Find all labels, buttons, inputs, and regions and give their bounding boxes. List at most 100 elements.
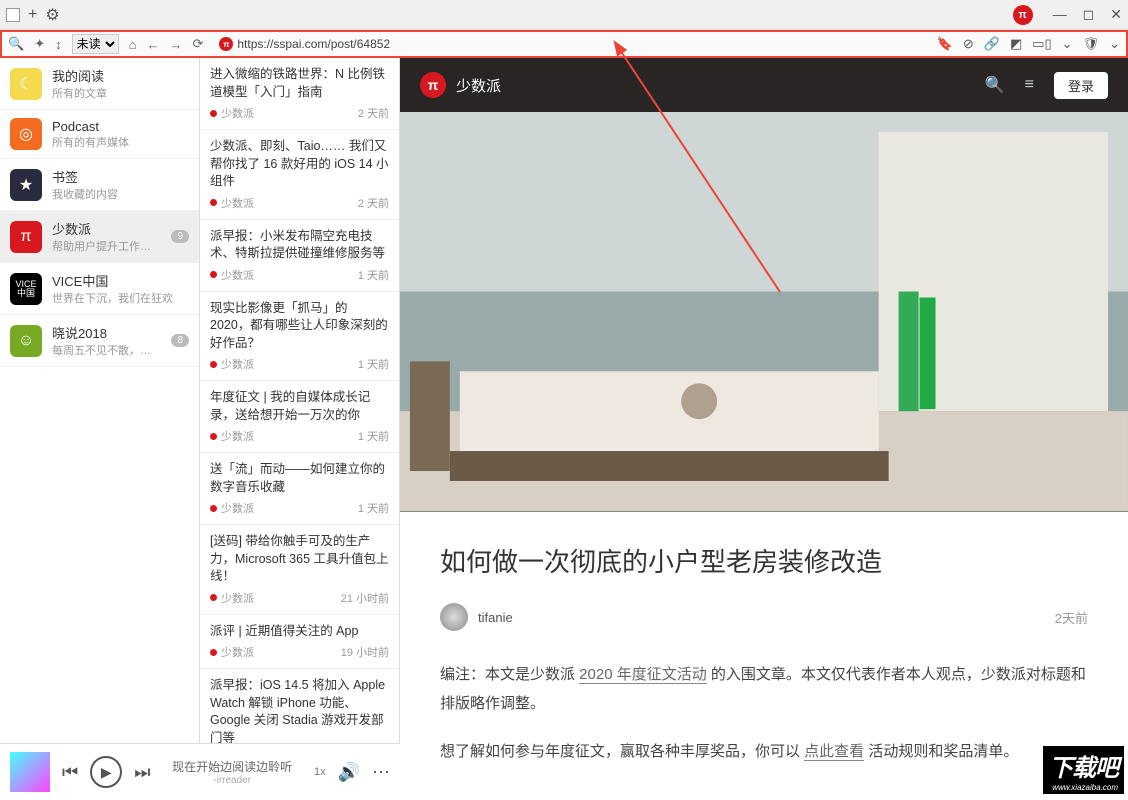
add-button[interactable]: + (28, 6, 37, 24)
unread-dot-icon (210, 199, 217, 206)
shield-icon[interactable]: 🛡 (1083, 36, 1100, 52)
article-time: 1 天前 (358, 428, 389, 444)
feed-subtitle: 每周五不见不散，听矮大紧老… (52, 342, 161, 358)
app-checkbox[interactable] (6, 8, 20, 22)
feed-icon: ☾ (10, 68, 42, 100)
inline-link[interactable]: 2020 年度征文活动 (579, 666, 707, 684)
home-icon[interactable]: ⌂ (129, 37, 137, 52)
sidebar-item[interactable]: VICE 中国 VICE中国世界在下沉，我们在狂欢 (0, 263, 199, 315)
paragraph: 编注：本文是少数派 2020 年度征文活动 的入围文章。本文仅代表作者本人观点，… (440, 661, 1088, 718)
clean-icon[interactable]: ✦ (34, 36, 45, 52)
sidebar-item[interactable]: ★ 书签我收藏的内容 (0, 159, 199, 211)
sidebar-item[interactable]: ◎Podcast所有的有声媒体 (0, 110, 199, 159)
article-title: 送「流」而动——如何建立你的数字音乐收藏 (210, 461, 389, 496)
filter-select[interactable]: 未读 (72, 34, 119, 54)
unread-dot-icon (210, 110, 217, 117)
bookmark-icon[interactable]: 🔖 (937, 36, 953, 52)
chevron-down-icon[interactable]: ⌄ (1109, 36, 1120, 52)
titlebar: + ⚙ π — ◻ ✕ (0, 0, 1128, 30)
article-title: 如何做一次彻底的小户型老房装修改造 (440, 542, 1088, 579)
feed-subtitle: 世界在下沉，我们在狂欢 (52, 290, 189, 306)
author-avatar[interactable] (440, 603, 468, 631)
article-list-item[interactable]: [送码] 带给你触手可及的生产力，Microsoft 365 工具升值包上线！ … (200, 525, 399, 615)
feed-title: VICE中国 (52, 271, 189, 290)
feed-subtitle: 所有的有声媒体 (52, 134, 189, 150)
search-icon[interactable]: 🔍 (8, 36, 24, 52)
unread-badge: 9 (171, 230, 189, 243)
maximize-button[interactable]: ◻ (1083, 6, 1095, 23)
article-title: 少数派、即刻、Taio…… 我们又帮你找了 16 款好用的 iOS 14 小组件 (210, 138, 389, 191)
article-list: 进入微缩的铁路世界：N 比例铁道模型「入门」指南 少数派2 天前少数派、即刻、T… (200, 58, 400, 800)
feed-icon: π (10, 221, 42, 253)
url-text: https://sspai.com/post/64852 (237, 37, 390, 51)
minimize-button[interactable]: — (1053, 6, 1067, 23)
close-button[interactable]: ✕ (1110, 6, 1122, 23)
article-title: 派评 | 近期值得关注的 App (210, 623, 389, 641)
feed-title: 我的阅读 (52, 66, 189, 85)
sidebar-item[interactable]: ☾ 我的阅读所有的文章 (0, 58, 199, 110)
login-button[interactable]: 登录 (1054, 72, 1108, 99)
library-icon[interactable]: ▭▯ (1032, 36, 1051, 52)
feed-subtitle: 所有的文章 (52, 85, 189, 101)
article-source: 少数派 (221, 356, 254, 372)
article-time: 1 天前 (358, 267, 389, 283)
sidebar-item[interactable]: π少数派帮助用户提升工作效率和生活…9 (0, 211, 199, 263)
link-icon[interactable]: 🔗 (984, 36, 1000, 52)
article-list-item[interactable]: 年度征文 | 我的自媒体成长记录，送给想开始一万次的你 少数派1 天前 (200, 381, 399, 453)
unread-dot-icon (210, 594, 217, 601)
app-logo-icon: π (1013, 5, 1033, 25)
article-source: 少数派 (221, 428, 254, 444)
compass-icon[interactable]: ⊘ (963, 36, 974, 52)
article-time: 1 天前 (358, 356, 389, 372)
volume-icon[interactable]: 🔊 (338, 762, 360, 783)
site-logo-icon: π (420, 72, 446, 98)
article-time: 2 天前 (358, 195, 389, 211)
article-list-item[interactable]: 现实比影像更「抓马」的 2020，都有哪些让人印象深刻的好作品？ 少数派 1 天前 (200, 292, 399, 382)
article-list-item[interactable]: 派早报：小米发布隔空充电技术、特斯拉提供碰撞维修服务等 少数派1 天前 (200, 220, 399, 292)
article-title: 派早报：iOS 14.5 将加入 Apple Watch 解锁 iPhone 功… (210, 677, 389, 747)
reload-icon[interactable]: ⟳ (192, 36, 203, 52)
sidebar-item[interactable]: ☺晓说2018每周五不见不散，听矮大紧老…8 (0, 315, 199, 367)
unread-badge: 8 (171, 334, 189, 347)
article-title: 现实比影像更「抓马」的 2020，都有哪些让人印象深刻的好作品？ (210, 300, 389, 353)
forward-icon[interactable]: → (169, 37, 182, 52)
article-list-item[interactable]: 派评 | 近期值得关注的 App 少数派19 小时前 (200, 615, 399, 670)
player-thumbnail (10, 752, 50, 792)
article-source: 少数派 (221, 195, 254, 211)
article-time: 19 小时前 (341, 644, 389, 660)
settings-icon[interactable]: ⚙ (45, 5, 59, 25)
play-button[interactable]: ▶ (90, 756, 122, 788)
site-search-icon[interactable]: 🔍 (985, 75, 1005, 95)
feed-icon: VICE 中国 (10, 273, 42, 305)
article-title: [送码] 带给你触手可及的生产力，Microsoft 365 工具升值包上线！ (210, 533, 389, 586)
content-pane: π 少数派 🔍 ≡ 登录 (400, 58, 1128, 800)
article-source: 少数派 (221, 500, 254, 516)
feed-title: 晓说2018 (52, 323, 161, 342)
unread-dot-icon (210, 361, 217, 368)
speed-button[interactable]: 1x (314, 766, 326, 778)
menu-icon[interactable]: ≡ (1025, 76, 1034, 94)
sort-icon[interactable]: ↕ (55, 37, 62, 52)
article-title: 派早报：小米发布隔空充电技术、特斯拉提供碰撞维修服务等 (210, 228, 389, 263)
inline-link[interactable]: 点此查看 (804, 743, 864, 761)
more-icon[interactable]: ⋯ (372, 762, 390, 783)
feed-icon: ★ (10, 169, 42, 201)
article-list-item[interactable]: 少数派、即刻、Taio…… 我们又帮你找了 16 款好用的 iOS 14 小组件… (200, 130, 399, 220)
article-list-item[interactable]: 送「流」而动——如何建立你的数字音乐收藏 少数派 1 天前 (200, 453, 399, 525)
chevron-down-icon[interactable]: ⌄ (1062, 36, 1073, 52)
url-bar[interactable]: π https://sspai.com/post/64852 (213, 35, 926, 53)
player-title: 现在开始边阅读边聆听 (162, 758, 302, 775)
reader-icon[interactable]: ◩ (1010, 36, 1022, 52)
prev-track-button[interactable]: ⏮ (62, 762, 78, 783)
article-time: 2 天前 (358, 105, 389, 121)
article-time: 1 天前 (358, 500, 389, 516)
article-source: 少数派 (221, 590, 254, 606)
next-track-button[interactable]: ⏭ (134, 762, 150, 783)
feed-title: 书签 (52, 167, 189, 186)
site-name: 少数派 (456, 75, 501, 96)
article-list-item[interactable]: 进入微缩的铁路世界：N 比例铁道模型「入门」指南 少数派2 天前 (200, 58, 399, 130)
back-icon[interactable]: ← (146, 37, 159, 52)
author-name[interactable]: tifanie (478, 610, 513, 625)
feed-title: Podcast (52, 119, 189, 134)
feed-subtitle: 我收藏的内容 (52, 186, 189, 202)
